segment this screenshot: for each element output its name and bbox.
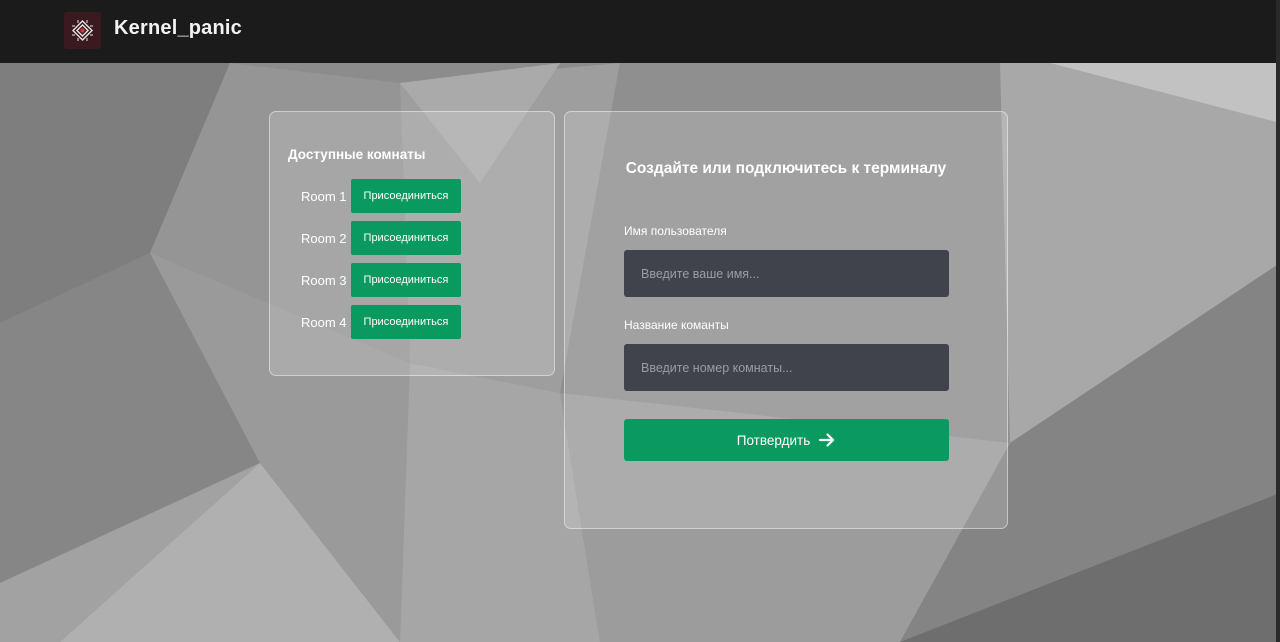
room-name: Room 3 <box>301 272 347 288</box>
username-label: Имя пользователя <box>624 224 727 238</box>
room-name: Room 2 <box>301 230 347 246</box>
form-title: Создайте или подключитесь к терминалу <box>625 160 947 177</box>
room-row: Room 3 Присоединиться <box>301 263 462 297</box>
room-row: Room 1 Присоединиться <box>301 179 462 213</box>
top-bar: Kernel_panic <box>0 0 1280 63</box>
available-rooms-panel: Доступные комнаты Room 1 Присоединиться … <box>269 111 555 376</box>
confirm-button-label: Потвердить <box>736 432 811 448</box>
username-input[interactable] <box>624 250 949 297</box>
brand-name: Kernel_panic <box>114 17 243 39</box>
arrow-right-icon <box>819 433 835 447</box>
join-room-button[interactable]: Присоединиться <box>350 263 462 297</box>
room-name: Room 1 <box>301 188 347 204</box>
room-name-label: Название команты <box>624 318 729 332</box>
join-room-button[interactable]: Присоединиться <box>350 179 462 213</box>
page-scrollbar[interactable] <box>1276 0 1280 642</box>
room-row: Room 2 Присоединиться <box>301 221 462 255</box>
join-room-button[interactable]: Присоединиться <box>350 305 462 339</box>
room-row: Room 4 Присоединиться <box>301 305 462 339</box>
diamond-chip-logo-icon[interactable] <box>64 12 101 49</box>
join-room-button[interactable]: Присоединиться <box>350 221 462 255</box>
room-number-input[interactable] <box>624 344 949 391</box>
terminal-form-panel: Создайте или подключитесь к терминалу Им… <box>564 111 1008 529</box>
room-name: Room 4 <box>301 314 347 330</box>
confirm-button[interactable]: Потвердить <box>624 419 949 461</box>
rooms-title: Доступные комнаты <box>288 147 426 162</box>
